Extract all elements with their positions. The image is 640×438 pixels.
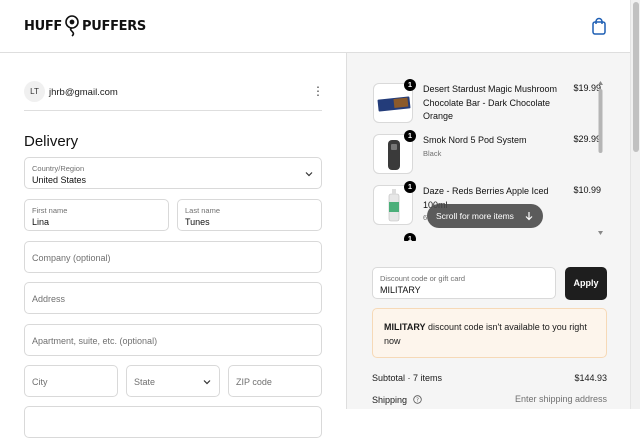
chevron-down-icon — [203, 380, 211, 385]
arrow-down-icon — [525, 212, 533, 221]
help-icon[interactable]: ? — [412, 395, 422, 404]
city-field[interactable]: City — [24, 365, 118, 397]
address-placeholder: Address — [32, 294, 66, 304]
line-item: 1 — [373, 233, 601, 241]
site-logo[interactable]: HUFF PUFFERS — [24, 14, 146, 38]
last-name-label: Last name — [185, 206, 221, 215]
svg-text:?: ? — [416, 398, 419, 404]
country-value: United States — [32, 175, 87, 185]
country-label: Country/Region — [32, 164, 85, 173]
apply-button[interactable]: Apply — [565, 267, 607, 300]
state-placeholder: State — [134, 377, 156, 387]
first-name-value: Lina — [32, 217, 50, 227]
discount-code-field[interactable]: Discount code or gift card MILITARY — [372, 267, 556, 299]
company-field[interactable]: Company (optional) — [24, 241, 322, 273]
discount-error-notice: MILITARY discount code isn't available t… — [372, 308, 607, 358]
quantity-badge: 1 — [404, 181, 416, 193]
section-title-delivery: Delivery — [24, 133, 79, 150]
product-name: Smok Nord 5 Pod System — [423, 135, 527, 145]
company-placeholder: Company (optional) — [32, 253, 111, 263]
zip-field[interactable]: ZIP code — [228, 365, 322, 397]
scroll-for-more-button[interactable]: Scroll for more items — [427, 204, 543, 228]
subtotal-label: Subtotal · 7 items — [372, 373, 443, 383]
discount-label: Discount code or gift card — [380, 274, 466, 283]
phone-field[interactable] — [24, 406, 322, 438]
shipping-value: Enter shipping address — [514, 394, 607, 404]
discount-value: MILITARY — [380, 285, 421, 295]
order-summary-panel: 1 Desert Stardust Magic Mushroom Chocola… — [346, 53, 630, 409]
logo-text-huff: HUFF — [24, 18, 62, 34]
line-item: 1 Desert Stardust Magic Mushroom Chocola… — [373, 79, 601, 127]
account-email: jhrb@gmail.com — [49, 87, 118, 98]
checkout-form-panel: LT jhrb@gmail.com ⋮ Delivery Country/Reg… — [0, 53, 346, 438]
apartment-field[interactable]: Apartment, suite, etc. (optional) — [24, 324, 322, 356]
quantity-badge: 1 — [404, 79, 416, 91]
item-list-scrollbar[interactable] — [597, 79, 604, 239]
shopping-bag-icon[interactable] — [590, 17, 608, 35]
zip-placeholder: ZIP code — [236, 377, 272, 387]
logo-text-puffers: PUFFERS — [82, 18, 146, 34]
shipping-label: Shipping — [372, 395, 408, 405]
account-row: LT jhrb@gmail.com ⋮ — [24, 81, 324, 111]
shipping-row: Shipping ? Enter shipping address — [372, 394, 607, 405]
subtotal-row: Subtotal · 7 items $144.93 — [372, 373, 607, 383]
logo-mark-icon — [65, 15, 79, 37]
apartment-placeholder: Apartment, suite, etc. (optional) — [32, 336, 158, 346]
subtotal-value: $144.93 — [574, 373, 607, 383]
quantity-badge: 1 — [404, 233, 416, 241]
chevron-down-icon — [305, 172, 313, 177]
country-select[interactable]: Country/Region United States — [24, 157, 322, 189]
last-name-field[interactable]: Last name Tunes — [177, 199, 322, 231]
page-scrollbar-thumb[interactable] — [633, 2, 639, 152]
site-header: HUFF PUFFERS — [0, 0, 640, 53]
first-name-field[interactable]: First name Lina — [24, 199, 169, 231]
line-item: 1 Smok Nord 5 Pod System Black $29.99 — [373, 130, 601, 178]
page-scrollbar[interactable] — [630, 0, 640, 409]
product-variant: Black — [423, 149, 442, 158]
city-placeholder: City — [32, 377, 48, 387]
scroll-hint-label: Scroll for more items — [436, 211, 514, 221]
address-field[interactable]: Address — [24, 282, 322, 314]
product-name: Desert Stardust Magic Mushroom Chocolate… — [423, 84, 558, 121]
first-name-label: First name — [32, 206, 68, 215]
state-select[interactable]: State — [126, 365, 220, 397]
last-name-value: Tunes — [185, 217, 210, 227]
notice-code: MILITARY — [384, 322, 426, 332]
avatar: LT — [24, 81, 45, 102]
quantity-badge: 1 — [404, 130, 416, 142]
kebab-menu-icon[interactable]: ⋮ — [312, 83, 324, 101]
